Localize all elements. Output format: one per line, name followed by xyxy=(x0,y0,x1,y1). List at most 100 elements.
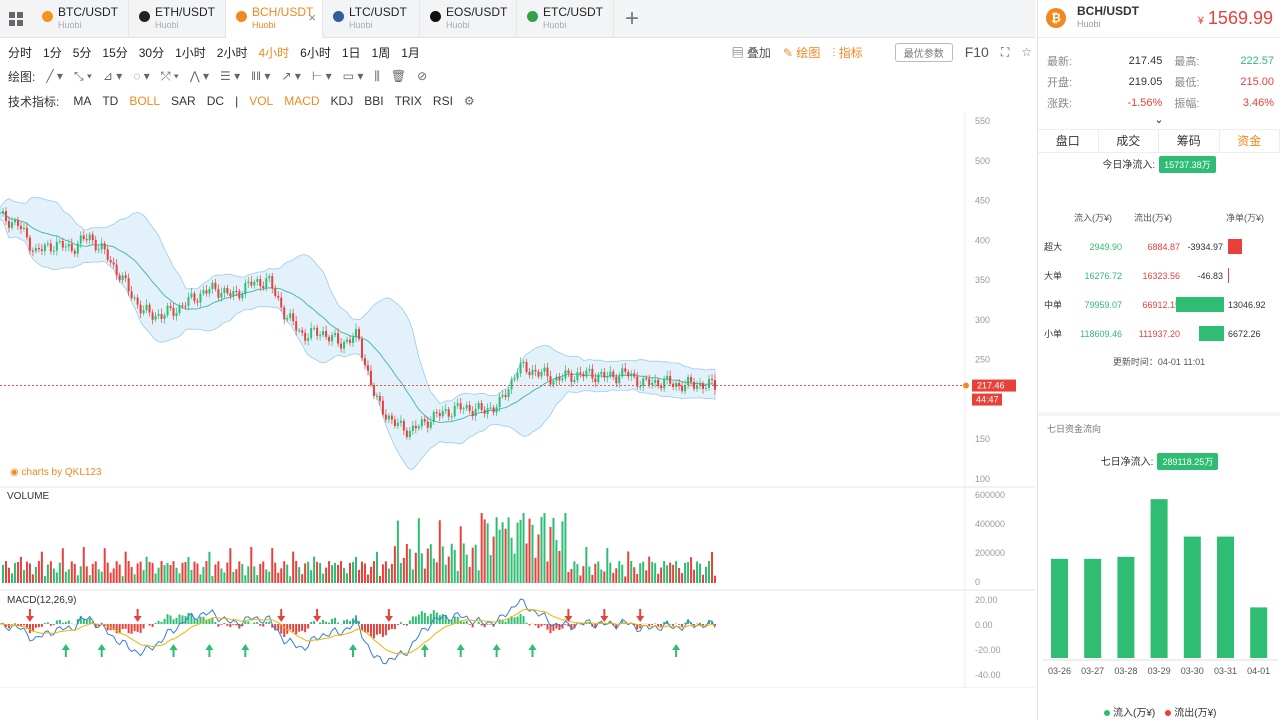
bch-logo-icon: ₿ xyxy=(1046,8,1066,28)
fib-tool-icon[interactable]: ⤱ ▾ xyxy=(161,69,179,84)
indicator-row: 技术指标: MA TD BOLL SAR DC | VOL MACD KDJ BBI TRIX RSI… xyxy=(8,89,486,113)
tab-symbol: ETH/USDT xyxy=(155,5,215,19)
seven-day-legend: 流入(万¥) 流出(万¥) xyxy=(1104,704,1216,719)
chart-toolbar: ▤ 叠加 ✎ 绘图 ⫶ 指标 最优参数 F10 ⛶ ☆ xyxy=(732,40,1032,64)
gann-tool-icon[interactable]: ‖‖ ▾ xyxy=(251,69,270,83)
period-1分[interactable]: 1分 xyxy=(43,44,62,61)
star-icon[interactable]: ☆ xyxy=(1021,45,1032,59)
period-分时[interactable]: 分时 xyxy=(8,44,32,61)
tab-exchange: Huobi xyxy=(446,20,470,30)
flow-in: 2949.90 xyxy=(1089,241,1122,252)
indicator-td[interactable]: TD xyxy=(102,94,118,108)
pattern-tool-icon[interactable]: ⋀ ▾ xyxy=(190,69,209,83)
bar-label: 03-30 xyxy=(1181,666,1204,676)
price-tick: 350 xyxy=(975,275,990,285)
flow-net: 13046.92 xyxy=(1228,299,1266,310)
settings-gear-icon[interactable]: ⚙ xyxy=(464,94,475,108)
indicator-boll[interactable]: BOLL xyxy=(129,94,160,108)
period-30分[interactable]: 30分 xyxy=(139,44,164,61)
draw-button[interactable]: ✎ 绘图 xyxy=(783,44,820,61)
bar-03-29 xyxy=(1150,499,1168,658)
overlay-button[interactable]: ▤ 叠加 xyxy=(732,44,771,61)
pref-button[interactable]: 最优参数 xyxy=(894,42,953,62)
candle-tool-icon[interactable]: ⫼ xyxy=(374,69,380,84)
stats-row: 开盘: 219.05 最低: 215.00 xyxy=(1047,71,1274,92)
tab-btc-usdt[interactable]: BTC/USDT Huobi xyxy=(32,0,129,38)
stat-value: 217.45 xyxy=(1128,54,1163,67)
net-bar xyxy=(1228,268,1229,283)
tab-exchange: Huobi xyxy=(349,20,373,30)
indicator-ma[interactable]: MA xyxy=(73,94,91,108)
period-15分[interactable]: 15分 xyxy=(102,44,127,61)
ray-tool-icon[interactable]: ⤡ ▾ xyxy=(74,69,92,84)
period-1月[interactable]: 1月 xyxy=(401,44,420,61)
price-tick: 250 xyxy=(975,355,990,365)
bar-04-01 xyxy=(1250,607,1268,658)
grid-menu-icon[interactable] xyxy=(0,0,32,38)
chevron-down-icon[interactable]: ⌄ xyxy=(1038,113,1280,129)
indicator-trix[interactable]: TRIX xyxy=(395,94,422,108)
subtab-资金[interactable]: 资金 xyxy=(1220,130,1280,152)
period-2小时[interactable]: 2小时 xyxy=(217,44,248,61)
subtab-bar: 盘口 成交 筹码 资金 xyxy=(1038,129,1280,153)
indicator-sar[interactable]: SAR xyxy=(171,94,196,108)
price-tick: 150 xyxy=(975,434,990,444)
subtab-成交[interactable]: 成交 xyxy=(1099,130,1159,152)
period-6小时[interactable]: 6小时 xyxy=(300,44,331,61)
indicator-rsi[interactable]: RSI xyxy=(433,94,453,108)
tab-bch-usdt[interactable]: BCH/USDT Huobi × xyxy=(226,0,323,38)
f10-button[interactable]: F10 xyxy=(965,44,989,60)
indicator-kdj[interactable]: KDJ xyxy=(331,94,354,108)
tab-eos-usdt[interactable]: EOS/USDT Huobi xyxy=(420,0,517,38)
indicator-vol[interactable]: VOL xyxy=(249,94,273,108)
tab-symbol: ETC/USDT xyxy=(543,5,603,19)
flow-type: 中单 xyxy=(1044,300,1063,310)
period-1小时[interactable]: 1小时 xyxy=(175,44,206,61)
tab-etc-usdt[interactable]: ETC/USDT Huobi xyxy=(517,0,614,38)
period-5分[interactable]: 5分 xyxy=(73,44,92,61)
flow-header: 流入(万¥) 流出(万¥) 净单(万¥) xyxy=(1038,211,1280,224)
flow-net: -3934.97 xyxy=(1187,241,1223,252)
arrow-tool-icon[interactable]: ↗ ▾ xyxy=(281,69,300,83)
level-tool-icon[interactable]: ☰ ▾ xyxy=(220,69,240,83)
stat-value: 215.00 xyxy=(1240,75,1275,88)
measure-tool-icon[interactable]: ⊢ ▾ xyxy=(312,69,332,83)
flow-column-header: 净单(万¥) xyxy=(1226,213,1264,223)
period-1周[interactable]: 1周 xyxy=(372,44,391,61)
flow-out: 66912.15 xyxy=(1142,299,1180,310)
period-4小时[interactable]: 4小时 xyxy=(258,44,289,61)
hide-icon[interactable]: ⊘ xyxy=(417,69,427,83)
tab-ltc-usdt[interactable]: LTC/USDT Huobi xyxy=(323,0,420,38)
circle-tool-icon[interactable]: ◌ ▾ xyxy=(133,69,150,83)
legend-inflow: 流入(万¥) xyxy=(1104,704,1155,719)
chart-area[interactable]: 550500450400350300250200150100217.4644:4… xyxy=(0,113,1035,688)
fullscreen-icon[interactable]: ⛶ xyxy=(1001,45,1009,60)
separator: | xyxy=(235,94,239,108)
volume-tick: 0 xyxy=(975,577,980,587)
channel-tool-icon[interactable]: ⊿ ▾ xyxy=(103,69,122,83)
indicator-macd[interactable]: MACD xyxy=(284,94,319,108)
tab-exchange: Huobi xyxy=(543,20,567,30)
coin-icon xyxy=(527,11,538,22)
subtab-盘口[interactable]: 盘口 xyxy=(1038,130,1099,152)
seven-day-bar-chart: 03-26 03-27 03-28 03-29 03-30 03-31 04-01 xyxy=(1043,499,1278,676)
flow-row: 超大 2949.90 6884.87 -3934.97 xyxy=(1038,232,1280,261)
bar-label: 03-29 xyxy=(1148,666,1171,676)
add-tab-button[interactable]: + xyxy=(614,0,650,37)
stats-row: 最新: 217.45 最高: 222.57 xyxy=(1047,50,1274,71)
delete-icon[interactable]: 🗑 xyxy=(391,69,406,83)
macd-tick: -20.00 xyxy=(975,645,1001,655)
bar-label: 03-31 xyxy=(1214,666,1237,676)
period-1日[interactable]: 1日 xyxy=(342,44,361,61)
coin-icon xyxy=(139,11,150,22)
kline-chart[interactable]: 550500450400350300250200150100217.4644:4… xyxy=(0,113,1035,688)
tab-eth-usdt[interactable]: ETH/USDT Huobi xyxy=(129,0,226,38)
drawing-toolbar: 绘图: ╱ ▾ ⤡ ▾ ⊿ ▾ ◌ ▾ ⤱ ▾ ⋀ ▾ ☰ ▾ ‖‖ ▾ ↗ ▾… xyxy=(8,64,438,88)
indicator-bbi[interactable]: BBI xyxy=(364,94,383,108)
indicator-dc[interactable]: DC xyxy=(207,94,224,108)
close-icon[interactable]: × xyxy=(308,10,316,25)
subtab-筹码[interactable]: 筹码 xyxy=(1159,130,1220,152)
indicator-button[interactable]: ⫶ 指标 xyxy=(832,44,862,61)
note-tool-icon[interactable]: ▭ ▾ xyxy=(343,69,364,83)
line-tool-icon[interactable]: ╱ ▾ xyxy=(46,69,63,83)
